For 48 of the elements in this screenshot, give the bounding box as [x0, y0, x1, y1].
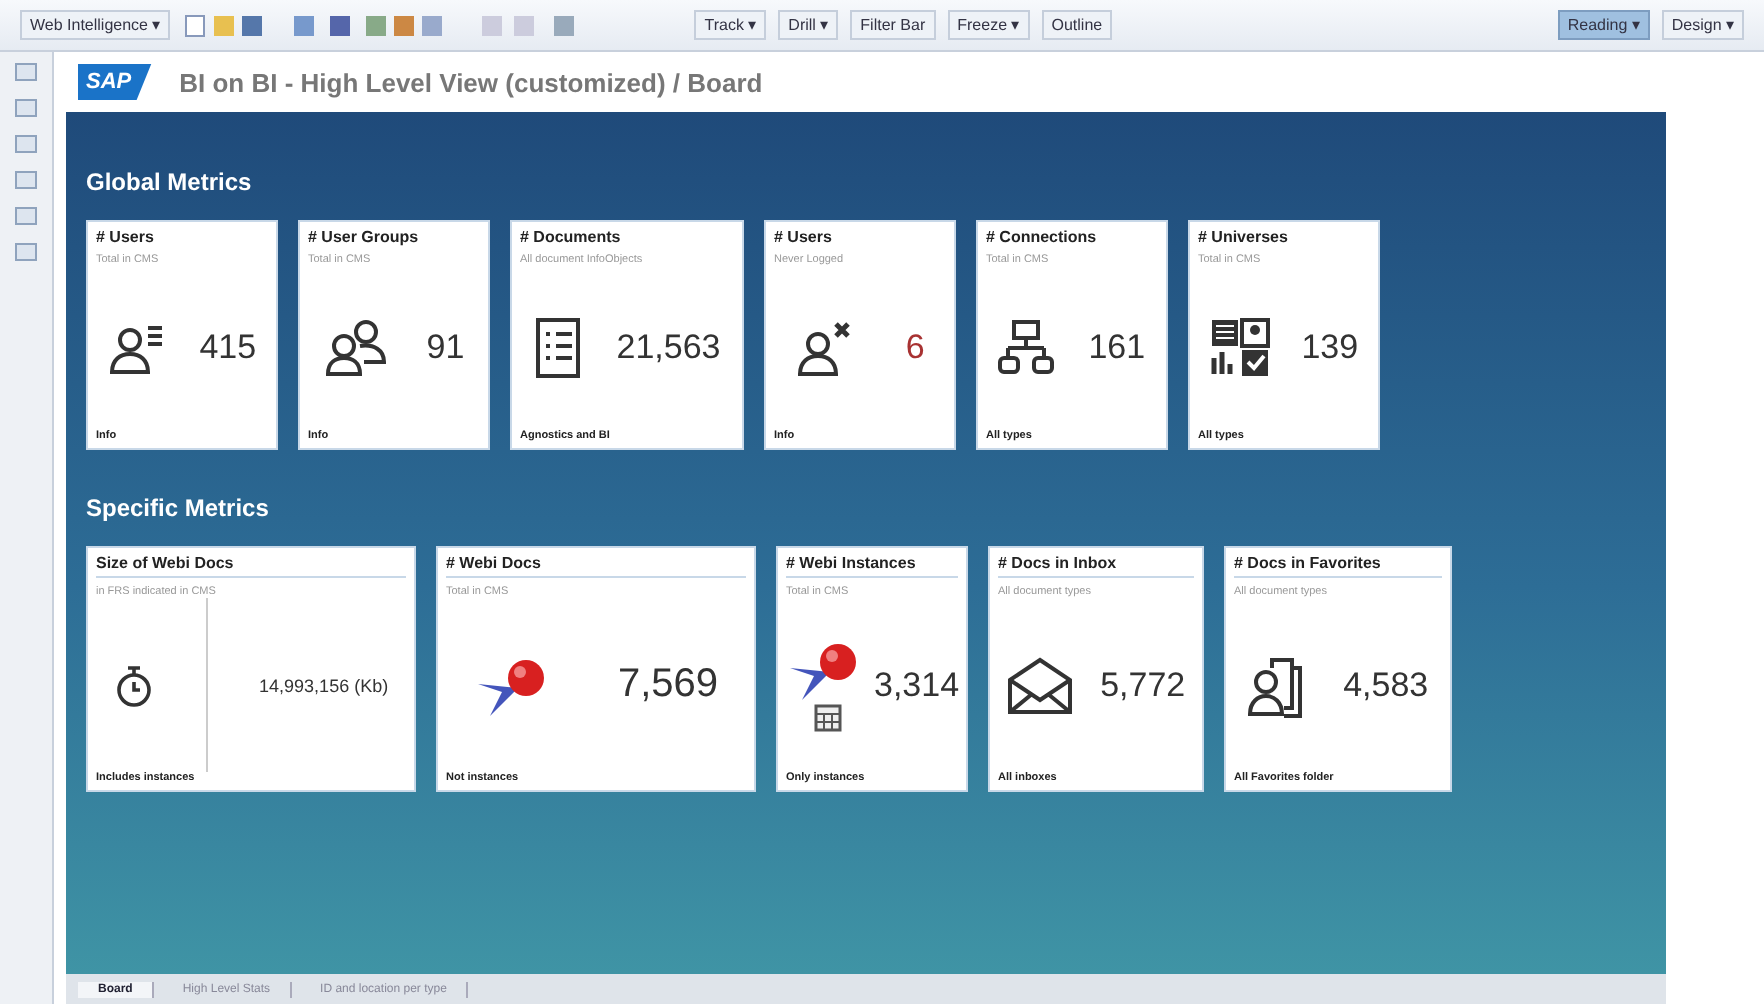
tile-title: Size of Webi Docs — [96, 554, 406, 578]
envelope-icon — [1006, 655, 1075, 715]
panel-icon[interactable] — [14, 204, 38, 228]
tile-title: # Universes — [1198, 228, 1290, 246]
toolbar-button[interactable]: Drill ▾ — [778, 10, 839, 40]
toolbar-button[interactable]: Filter Bar — [850, 10, 936, 40]
metric-value: 161 — [1088, 328, 1146, 368]
stopwatch-icon — [113, 663, 154, 707]
user-group-icon — [323, 318, 388, 378]
user-remove-icon — [795, 318, 856, 378]
section-title: Specific Metrics — [86, 494, 271, 522]
toolbar-button[interactable]: Track ▾ — [694, 10, 767, 40]
tile-title: # Docs in Favorites — [1234, 554, 1442, 578]
user-documents-icon — [1247, 653, 1308, 717]
metric-value: 3,314 — [874, 665, 960, 705]
document-icon — [533, 316, 582, 380]
metric-value: 139 — [1301, 328, 1359, 368]
tile-title: # Webi Docs — [446, 554, 746, 578]
hierarchy-icon — [998, 318, 1055, 378]
metric-value: 6 — [905, 328, 925, 368]
toolbar-button[interactable]: Outline — [1041, 10, 1113, 40]
tile-title: # Connections — [986, 228, 1099, 246]
panel-icon[interactable] — [14, 60, 38, 84]
metric-value: 91 — [426, 328, 465, 368]
report-title: BI on BI - High Level View (customized) / Board — [179, 67, 763, 97]
metric-value: 415 — [199, 328, 257, 368]
tile-title: # Users — [774, 228, 834, 246]
metric-value: 21,563 — [616, 328, 721, 368]
panel-icon[interactable] — [14, 168, 38, 192]
mode-button[interactable]: Reading ▾ — [1557, 10, 1650, 40]
metric-value: 4,583 — [1343, 665, 1429, 705]
tile-title: # Webi Instances — [786, 554, 958, 578]
tile-title: # Docs in Inbox — [998, 554, 1194, 578]
toolbar-button[interactable]: Freeze ▾ — [947, 10, 1030, 40]
panel-icon[interactable] — [14, 132, 38, 156]
section-title: Global Metrics — [86, 168, 254, 196]
panel-icon[interactable] — [14, 96, 38, 120]
tile-title: # User Groups — [308, 228, 421, 246]
tile-title: # Documents — [520, 228, 623, 246]
tile-title: # Users — [96, 228, 156, 246]
metric-value: 7,569 — [617, 662, 719, 708]
metric-value: 5,772 — [1100, 665, 1186, 705]
metric-value: 14,993,156 (Kb) — [259, 675, 389, 695]
panel-icon[interactable] — [14, 240, 38, 264]
sap-logo: SAP — [78, 64, 152, 100]
toolbar-button[interactable]: Web Intelligence ▾ — [20, 10, 171, 40]
universe-icon — [1209, 318, 1270, 378]
mode-button[interactable]: Design ▾ — [1661, 10, 1744, 40]
